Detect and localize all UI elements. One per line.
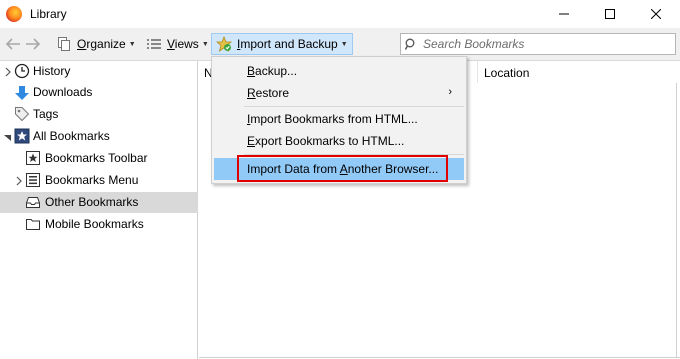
sidebar-tree: History Downloads Tags All Bookmarks Boo… [0, 61, 198, 359]
star-bookmark-icon [14, 128, 30, 144]
search-box[interactable] [400, 33, 676, 55]
back-arrow-icon[interactable] [4, 36, 22, 52]
title-bar: Library [0, 0, 680, 28]
menu-item-label: Backup... [247, 64, 298, 78]
menu-item-import-html[interactable]: Import Bookmarks from HTML... [214, 108, 464, 130]
sidebar-item-label: Other Bookmarks [45, 195, 139, 209]
chevron-right-icon[interactable] [14, 176, 24, 186]
menu-item-export-html[interactable]: Export Bookmarks to HTML... [214, 130, 464, 152]
close-button[interactable] [633, 0, 679, 28]
minimize-button[interactable] [541, 0, 587, 28]
submenu-arrow-icon: › [448, 86, 452, 98]
download-arrow-icon [15, 86, 29, 100]
views-button[interactable]: Views ▼ [142, 33, 213, 55]
content-border [676, 83, 677, 358]
sidebar-item-bookmarks-toolbar[interactable]: Bookmarks Toolbar [0, 148, 198, 169]
sidebar-item-downloads[interactable]: Downloads [0, 82, 198, 103]
chevron-down-icon: ▼ [201, 40, 209, 48]
sidebar-item-bookmarks-menu[interactable]: Bookmarks Menu [0, 170, 198, 191]
maximize-icon [605, 9, 615, 19]
sidebar-item-label: History [33, 64, 71, 78]
clock-icon [14, 63, 30, 79]
search-input[interactable] [423, 37, 663, 51]
menu-separator [244, 154, 464, 155]
content-border [199, 357, 680, 358]
sidebar-item-label: All Bookmarks [33, 129, 110, 143]
menu-item-label: Export Bookmarks to HTML... [247, 134, 405, 148]
import-and-backup-button[interactable]: Import and Backup ▼ [211, 33, 353, 55]
chevron-right-icon[interactable] [3, 67, 13, 77]
import-and-backup-menu: Backup... Restore › Import Bookmarks fro… [211, 56, 467, 184]
location-column-header[interactable]: Location [484, 66, 529, 80]
menu-list-icon [26, 173, 40, 187]
menu-item-label: Import Data from Another Browser... [247, 162, 439, 176]
sidebar-item-other-bookmarks[interactable]: Other Bookmarks [0, 192, 198, 213]
tag-icon [15, 107, 30, 122]
sidebar-item-label: Mobile Bookmarks [45, 217, 144, 231]
menu-separator [244, 106, 464, 107]
tray-folder-icon [26, 197, 40, 208]
sidebar-item-history[interactable]: History [0, 61, 198, 82]
sidebar-item-label: Tags [33, 107, 59, 121]
chevron-down-icon: ▼ [340, 40, 348, 48]
sidebar-item-mobile-bookmarks[interactable]: Mobile Bookmarks [0, 214, 198, 235]
folder-icon [26, 219, 40, 230]
sidebar-item-all-bookmarks[interactable]: All Bookmarks [0, 126, 198, 147]
import-and-backup-label: Import and Backup [237, 37, 338, 51]
chevron-down-icon: ▼ [128, 40, 136, 48]
sidebar-item-label: Bookmarks Menu [45, 173, 139, 187]
chevron-expanded-icon[interactable] [3, 132, 13, 142]
search-icon [405, 38, 415, 50]
menu-item-import-another-browser[interactable]: Import Data from Another Browser... [214, 158, 464, 180]
views-list-icon [147, 39, 161, 49]
column-separator[interactable] [477, 61, 478, 83]
sidebar-item-label: Downloads [33, 85, 93, 99]
close-icon [651, 9, 661, 19]
sidebar-item-label: Bookmarks Toolbar [45, 151, 148, 165]
firefox-logo-icon [6, 6, 22, 22]
toolbar-star-icon [26, 151, 40, 165]
menu-item-label: Import Bookmarks from HTML... [247, 112, 418, 126]
import-star-icon [216, 36, 232, 52]
menu-item-backup[interactable]: Backup... [214, 60, 464, 82]
organize-button[interactable]: Organize ▼ [52, 33, 140, 55]
views-label: Views [167, 37, 199, 51]
sidebar-item-tags[interactable]: Tags [0, 104, 198, 125]
organize-icon [58, 37, 70, 51]
organize-label: Organize [77, 37, 126, 51]
minimize-icon [559, 13, 569, 15]
menu-item-label: Restore [247, 86, 290, 100]
window-title: Library [30, 7, 67, 21]
menu-item-restore[interactable]: Restore › [214, 82, 464, 104]
maximize-button[interactable] [587, 0, 633, 28]
forward-arrow-icon[interactable] [24, 36, 42, 52]
